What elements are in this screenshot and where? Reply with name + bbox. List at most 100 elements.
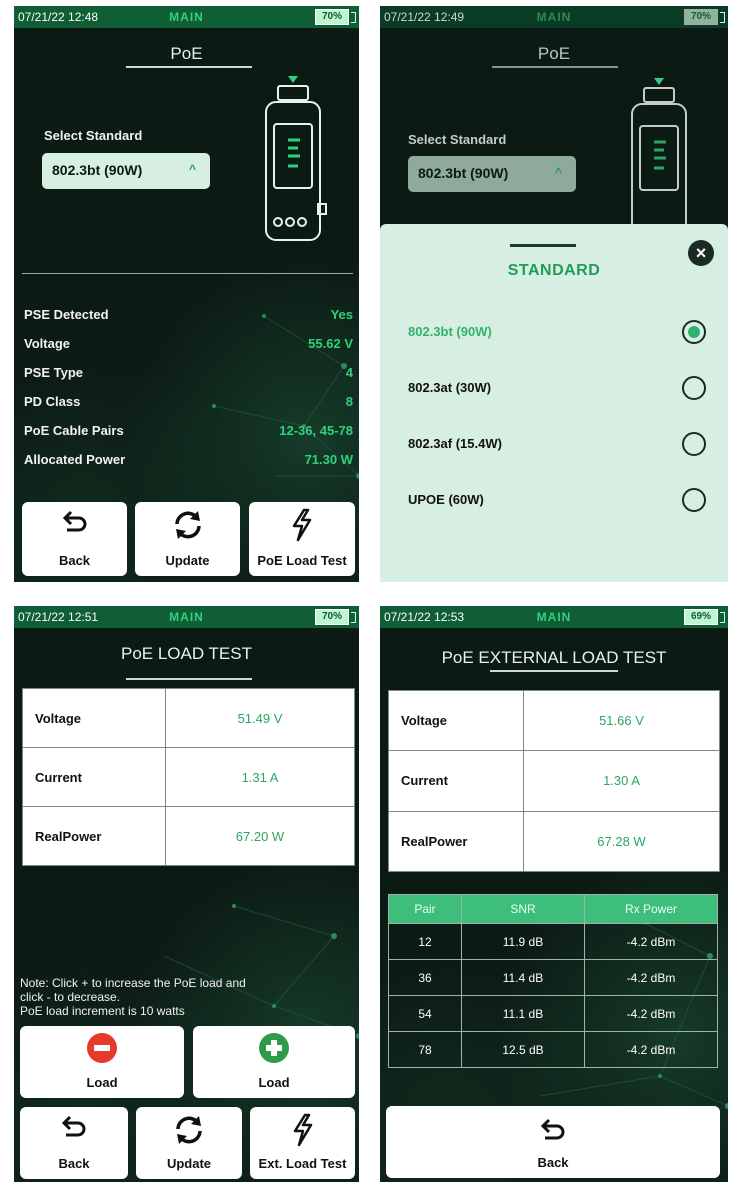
standard-select[interactable]: 802.3bt (90W) ^	[408, 156, 576, 192]
snr-cell: 11.4 dB	[461, 959, 585, 996]
status-mode: MAIN	[536, 10, 572, 24]
page-title: PoE	[170, 44, 203, 63]
lightning-icon	[249, 508, 355, 547]
page-title: PoE	[537, 44, 571, 63]
table-row: 36 11.4 dB -4.2 dBm	[388, 959, 718, 996]
measurement-label: RealPower	[22, 806, 166, 866]
info-row-value: 8	[345, 394, 353, 409]
info-row: PD Class 8	[24, 394, 353, 416]
standard-option[interactable]: 802.3bt (90W)	[408, 320, 706, 346]
title-underline	[490, 670, 618, 672]
battery-level: 70%	[684, 9, 718, 25]
measurement-label: Voltage	[388, 689, 524, 752]
snr-cell: 11.9 dB	[461, 923, 585, 960]
poe-load-test-button-label: PoE Load Test	[257, 553, 347, 568]
back-arrow-icon	[22, 508, 127, 543]
table-row: 78 12.5 dB -4.2 dBm	[388, 1031, 718, 1068]
back-button-label: Back	[58, 1156, 90, 1171]
standard-option-label: 802.3af (15.4W)	[408, 436, 502, 451]
standard-option[interactable]: 802.3at (30W)	[408, 376, 706, 402]
snr-cell: 11.1 dB	[461, 995, 585, 1032]
status-mode: MAIN	[169, 610, 204, 624]
decrease-load-label: Load	[86, 1075, 118, 1090]
pair-cell: 12	[388, 923, 462, 960]
pair-cell: 78	[388, 1031, 462, 1068]
decrease-load-button[interactable]: Load	[20, 1026, 184, 1098]
standard-select[interactable]: 802.3bt (90W) ^	[42, 153, 210, 189]
standard-option[interactable]: UPOE (60W)	[408, 488, 706, 514]
info-row-value: Yes	[330, 307, 353, 322]
title-underline	[126, 678, 252, 680]
back-button[interactable]: Back	[22, 502, 127, 576]
back-arrow-icon	[20, 1113, 128, 1148]
info-row: Voltage 55.62 V	[24, 336, 353, 358]
status-bar: 07/21/22 12:49 MAIN 70%	[380, 6, 728, 28]
standard-bottom-sheet: × STANDARD 802.3bt (90W) 802.3at (30W) 8…	[380, 224, 728, 582]
standard-option-label: 802.3bt (90W)	[408, 324, 492, 339]
table-row: 54 11.1 dB -4.2 dBm	[388, 995, 718, 1032]
info-row-value: 55.62 V	[308, 336, 353, 351]
sheet-drag-handle[interactable]	[510, 244, 576, 247]
measurement-label: RealPower	[388, 810, 524, 873]
snr-cell: 12.5 dB	[461, 1031, 585, 1068]
ext-load-test-button[interactable]: Ext. Load Test	[250, 1107, 355, 1179]
status-bar: 07/21/22 12:51 MAIN 70%	[14, 606, 359, 628]
table-row: Voltage 51.49 V	[22, 688, 355, 748]
status-mode: MAIN	[536, 610, 572, 624]
table-row: 12 11.9 dB -4.2 dBm	[388, 923, 718, 960]
poe-load-test-button[interactable]: PoE Load Test	[249, 502, 355, 576]
table-row: RealPower 67.20 W	[22, 806, 355, 866]
info-row-value: 71.30 W	[304, 452, 353, 467]
measurement-table: Voltage 51.66 V Current 1.30 A RealPower 67…	[388, 689, 720, 873]
radio-selected-icon[interactable]	[682, 320, 706, 344]
measurement-table: Voltage 51.49 V Current 1.31 A RealPower 67…	[22, 688, 355, 866]
battery-icon	[720, 612, 725, 623]
page-title: PoE LOAD TEST	[120, 644, 252, 663]
pair-cell: 36	[388, 959, 462, 996]
back-arrow-icon	[386, 1116, 720, 1151]
standard-option[interactable]: 802.3af (15.4W)	[408, 432, 706, 458]
back-button[interactable]: Back	[20, 1107, 128, 1179]
load-note-line: click - to decrease.	[20, 990, 121, 1004]
update-button[interactable]: Update	[136, 1107, 242, 1179]
update-button[interactable]: Update	[135, 502, 240, 576]
info-row-label: Voltage	[24, 336, 70, 351]
rx-power-cell: -4.2 dBm	[584, 995, 718, 1032]
standard-select-value: 802.3bt (90W)	[418, 165, 509, 181]
column-header: Pair	[388, 894, 462, 924]
status-bar: 07/21/22 12:48 MAIN 70%	[14, 6, 359, 28]
measurement-label: Current	[22, 747, 166, 807]
info-row: PSE Type 4	[24, 365, 353, 387]
battery-level: 69%	[684, 609, 718, 625]
standard-option-label: 802.3at (30W)	[408, 380, 492, 395]
radio-unselected-icon[interactable]	[682, 432, 706, 456]
table-row: Current 1.30 A	[388, 750, 720, 812]
page-title: PoE EXTERNAL LOAD TEST	[441, 648, 667, 667]
rx-power-cell: -4.2 dBm	[584, 959, 718, 996]
increase-load-label: Load	[258, 1075, 290, 1090]
standard-select-value: 802.3bt (90W)	[52, 162, 143, 178]
plus-circle-icon	[193, 1032, 355, 1069]
column-header: SNR	[461, 894, 585, 924]
chevron-up-icon: ^	[554, 165, 562, 179]
radio-unselected-icon[interactable]	[682, 376, 706, 400]
refresh-icon	[136, 1113, 242, 1152]
increase-load-button[interactable]: Load	[193, 1026, 355, 1098]
tester-device-icon	[265, 76, 327, 241]
table-header-row: Pair SNR Rx Power	[388, 894, 718, 924]
battery-level: 70%	[315, 609, 349, 625]
update-button-label: Update	[166, 1156, 212, 1171]
column-header: Rx Power	[584, 894, 718, 924]
table-row: Voltage 51.66 V	[388, 689, 720, 752]
poe-load-test-screen: 07/21/22 12:51 MAIN 70% PoE LOAD TEST Vo…	[14, 606, 359, 1182]
battery-icon	[351, 612, 356, 623]
poe-external-load-test-screen: 07/21/22 12:53 MAIN 69% PoE EXTERNAL LOA…	[380, 606, 728, 1182]
back-button[interactable]: Back	[386, 1106, 720, 1178]
chevron-up-icon: ^	[188, 162, 196, 176]
measurement-value: 67.28 W	[523, 810, 720, 873]
measurement-value: 51.66 V	[523, 689, 720, 752]
lightning-icon	[250, 1113, 355, 1152]
load-note-line: PoE load increment is 10 watts	[20, 1004, 185, 1018]
load-note: Note: Click + to increase the PoE load a…	[20, 976, 353, 1018]
radio-unselected-icon[interactable]	[682, 488, 706, 512]
